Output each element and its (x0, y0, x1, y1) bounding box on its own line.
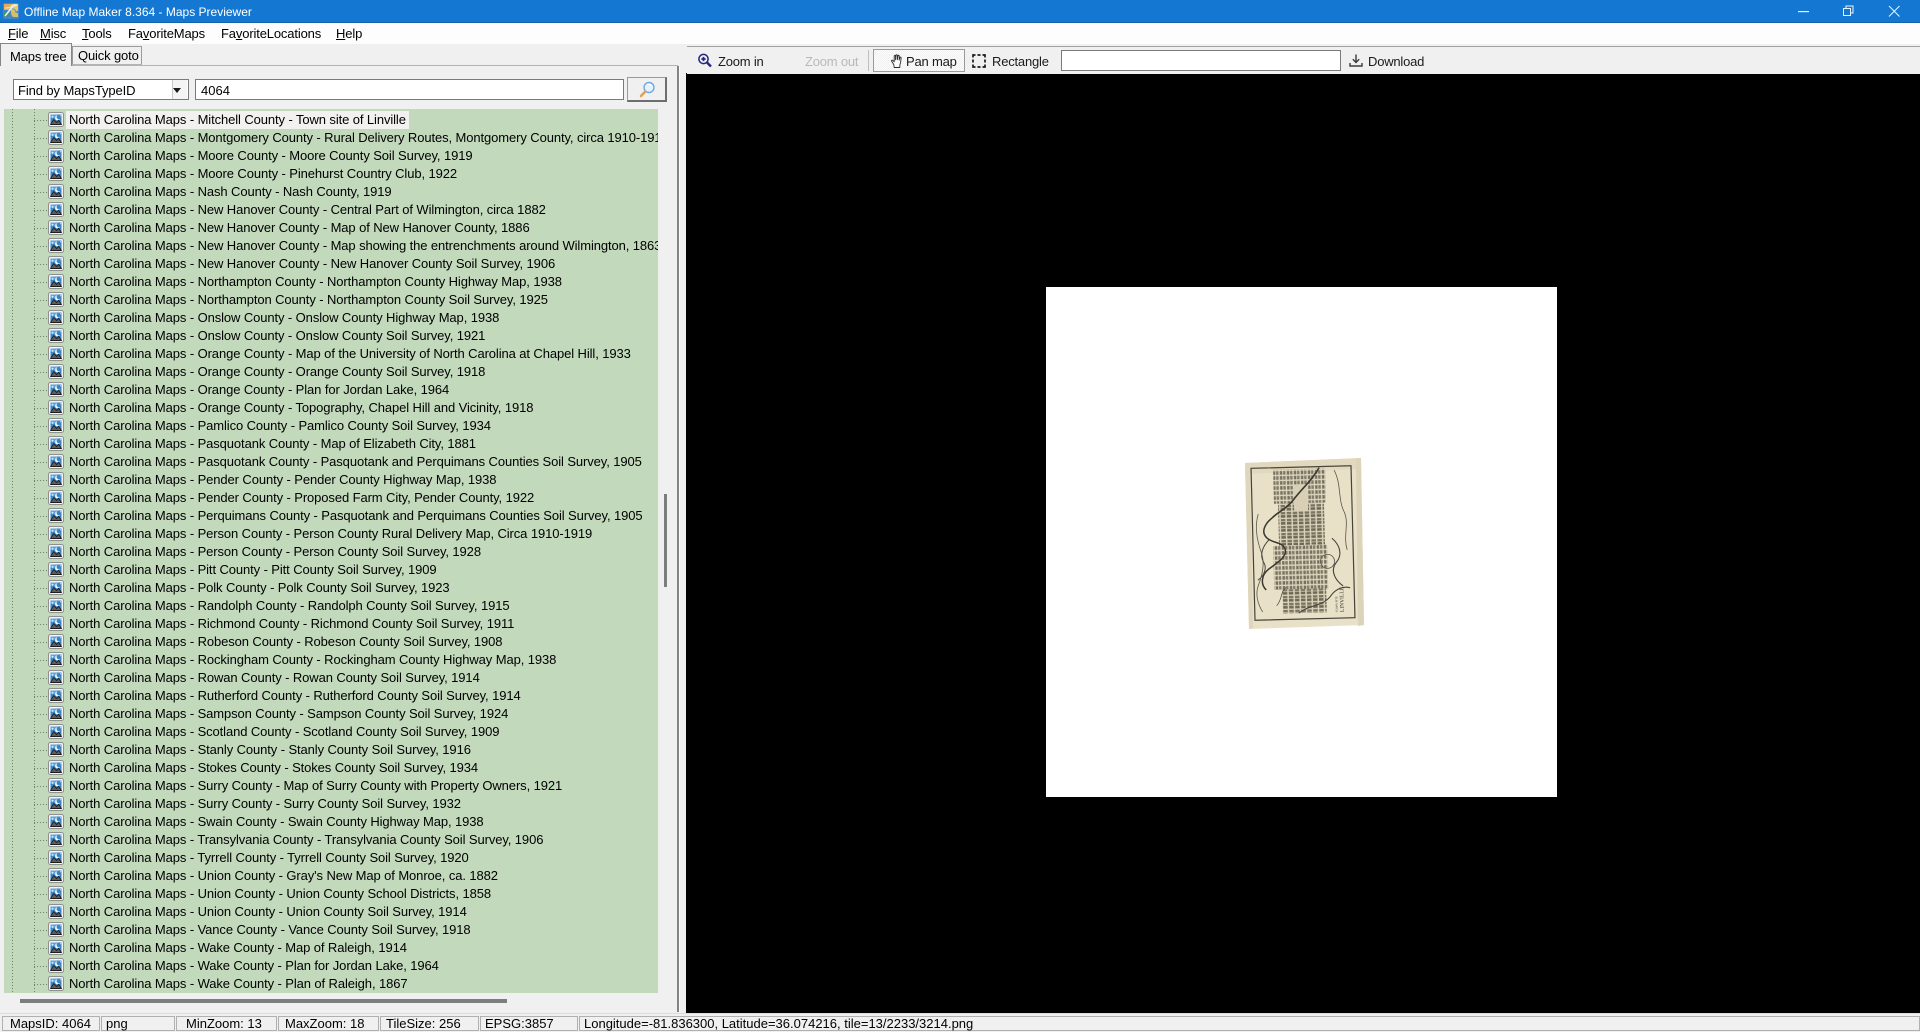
svg-text:LINVILLE: LINVILLE (1339, 586, 1346, 612)
svg-text:TOWN SITE: TOWN SITE (1334, 596, 1338, 612)
